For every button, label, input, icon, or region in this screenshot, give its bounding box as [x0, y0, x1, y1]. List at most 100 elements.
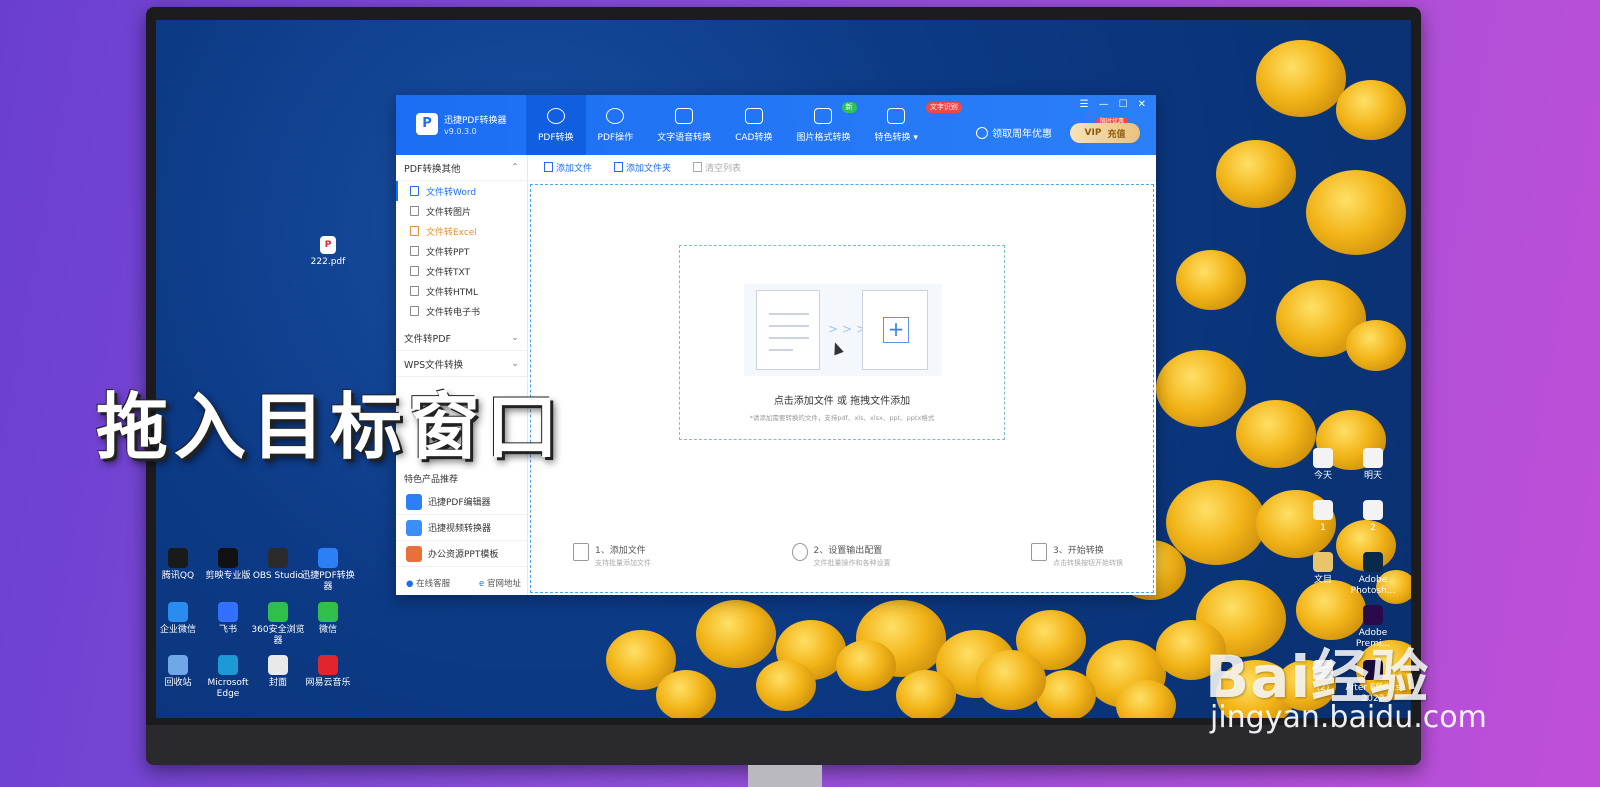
desktop-icon[interactable]: 腾讯QQ — [150, 548, 206, 582]
nav-feature[interactable]: 文字识别 特色转换 ▾ — [863, 95, 962, 155]
pdf-operate-icon — [606, 107, 625, 124]
sidebar-item-to-excel[interactable]: 文件转Excel — [396, 221, 527, 241]
file-toolbar: 添加文件 添加文件夹 清空列表 — [528, 155, 1156, 181]
wechat-icon — [318, 602, 338, 622]
desktop-icon[interactable]: 360安全浏览器 — [250, 602, 306, 647]
edge-icon — [218, 655, 238, 675]
desktop-icon-label: 回收站 — [164, 678, 192, 688]
nav-pdf-operate[interactable]: PDF操作 — [586, 95, 646, 155]
sidebar-item-to-ebook[interactable]: 文件转电子书 — [396, 301, 527, 321]
maximize-icon[interactable]: ☐ — [1119, 99, 1128, 110]
desktop-icon[interactable]: 封面 — [250, 655, 306, 689]
product-label: 迅捷PDF编辑器 — [428, 498, 491, 508]
desktop-icon[interactable]: 飞书 — [200, 602, 256, 636]
sidebar-item-to-html[interactable]: 文件转HTML — [396, 281, 527, 301]
desktop-icon[interactable]: 企业微信 — [150, 602, 206, 636]
desktop-icon[interactable]: 回收站 — [150, 655, 206, 689]
jianying-icon — [218, 548, 238, 568]
desktop-icon[interactable]: Microsoft Edge — [200, 655, 256, 700]
product-pdf-editor[interactable]: 迅捷PDF编辑器 — [396, 489, 527, 515]
desktop-icon[interactable]: 今天 — [1295, 448, 1351, 482]
desktop-icon[interactable]: OBS Studio — [250, 548, 306, 582]
desktop-icon[interactable]: 剪映专业版 — [200, 548, 256, 582]
desktop-icon-label: 封面 — [268, 678, 287, 688]
file-icon — [1313, 500, 1333, 520]
wecom-icon — [168, 602, 188, 622]
voice-icon — [675, 107, 694, 124]
add-file-step-icon — [573, 543, 589, 561]
desktop-icon-label: 360安全浏览器 — [251, 625, 305, 646]
feishu-icon — [218, 602, 238, 622]
item-label: 文件转TXT — [426, 267, 471, 278]
section-title: PDF转换其他 — [404, 163, 461, 175]
step-desc: 支持批量添加文件 — [595, 559, 651, 567]
txt-file-icon — [410, 266, 419, 276]
desktop-icon[interactable]: Adobe Photosh... — [1345, 552, 1401, 597]
obs-icon — [268, 548, 288, 568]
desktop-icon[interactable]: 网易云音乐 — [300, 655, 356, 689]
desktop-icon-label: 剪映专业版 — [205, 571, 251, 581]
product-video-converter[interactable]: 迅捷视频转换器 — [396, 515, 527, 541]
step-title: 2、设置输出配置 — [813, 546, 883, 556]
video-converter-icon — [406, 519, 422, 536]
promo-link[interactable]: 领取周年优惠 — [976, 125, 1052, 140]
step-add-file: 1、添加文件 支持批量添加文件 — [573, 543, 651, 568]
desktop-icon[interactable]: 2 — [1345, 500, 1401, 534]
vip-button[interactable]: VIP 充值 — [1070, 123, 1140, 143]
app-name: 迅捷PDF转换器 — [444, 116, 507, 126]
sidebar-section-to-pdf[interactable]: 文件转PDF ⌄ — [396, 325, 527, 351]
desktop-icon[interactable]: 明天 — [1345, 448, 1401, 482]
close-icon[interactable]: ✕ — [1138, 99, 1146, 110]
nav-image[interactable]: 新 图片格式转换 — [784, 95, 862, 155]
sidebar-item-to-word[interactable]: 文件转Word — [396, 181, 527, 201]
desktop-icon-label: 迅捷PDF转换器 — [301, 571, 355, 592]
ppt-file-icon — [410, 246, 419, 256]
desktop-icon[interactable]: 迅捷PDF转换器 — [300, 548, 356, 593]
desktop-icon-label: Microsoft Edge — [207, 678, 249, 699]
folder-icon — [268, 655, 288, 675]
add-folder-icon — [614, 162, 624, 172]
sidebar-item-to-txt[interactable]: 文件转TXT — [396, 261, 527, 281]
image-icon — [814, 107, 833, 124]
clear-list-button[interactable]: 清空列表 — [693, 161, 741, 174]
desktop-icon-label: 文目 — [1313, 575, 1332, 585]
drop-title: 点击添加文件 或 拖拽文件添加 — [773, 396, 911, 407]
official-site-link[interactable]: e 官网地址 — [479, 577, 521, 589]
minimize-icon[interactable]: — — [1099, 99, 1109, 110]
add-folder-button[interactable]: 添加文件夹 — [614, 161, 671, 174]
nav-cad[interactable]: CAD转换 — [723, 95, 784, 155]
desktop-icon[interactable]: 文目 — [1295, 552, 1351, 586]
file-icon — [1363, 500, 1383, 520]
sidebar-item-to-image[interactable]: 文件转图片 — [396, 201, 527, 221]
desktop-file-222pdf[interactable]: P 222.pdf — [300, 236, 356, 268]
user-icon — [976, 126, 988, 139]
product-ppt-template[interactable]: 办公资源PPT模板 — [396, 541, 527, 567]
desktop-file-label: 222.pdf — [310, 257, 346, 267]
desktop-icon-label: 1 — [1320, 523, 1326, 533]
add-box[interactable]: + — [862, 290, 928, 370]
product-label: 迅捷视频转换器 — [428, 524, 492, 534]
app-topbar: P 迅捷PDF转换器 v9.0.3.0 PDF转换 PDF操作 文字语音转换 C… — [396, 95, 1156, 155]
file-list-area[interactable]: >>> + 点击添加文件 或 拖拽文件添加 *请添加需要转换的文件，支持pdf、… — [530, 184, 1154, 593]
sidebar-section-pdf-convert[interactable]: PDF转换其他 ⌃ — [396, 155, 527, 181]
menu-icon[interactable]: ☰ — [1080, 99, 1089, 110]
drop-zone[interactable]: >>> + 点击添加文件 或 拖拽文件添加 *请添加需要转换的文件，支持pdf、… — [679, 245, 1005, 440]
sidebar-item-to-ppt[interactable]: 文件转PPT — [396, 241, 527, 261]
nav-pdf-convert[interactable]: PDF转换 — [526, 95, 586, 155]
desktop-icon-label: 腾讯QQ — [161, 571, 195, 581]
plus-icon: + — [883, 317, 909, 343]
add-file-button[interactable]: 添加文件 — [544, 161, 592, 174]
ppt-template-icon — [406, 545, 422, 562]
drop-hint: *请添加需要转换的文件，支持pdf、xls、xlsx、ppt、pptx格式 — [749, 414, 935, 422]
nav-voice[interactable]: 文字语音转换 — [645, 95, 723, 155]
html-file-icon — [410, 286, 419, 296]
desktop-icon[interactable]: 微信 — [300, 602, 356, 636]
online-service-link[interactable]: ● 在线客服 — [406, 577, 450, 589]
item-label: 文件转图片 — [426, 207, 472, 218]
desktop-icon-label: 微信 — [318, 625, 337, 635]
desktop-icon[interactable]: 1 — [1295, 500, 1351, 534]
app-version: v9.0.3.0 — [444, 127, 477, 136]
photoshop-icon — [1363, 552, 1383, 572]
desktop-icon-label: 明天 — [1363, 471, 1382, 481]
desktop-icon-label: OBS Studio — [252, 571, 304, 581]
